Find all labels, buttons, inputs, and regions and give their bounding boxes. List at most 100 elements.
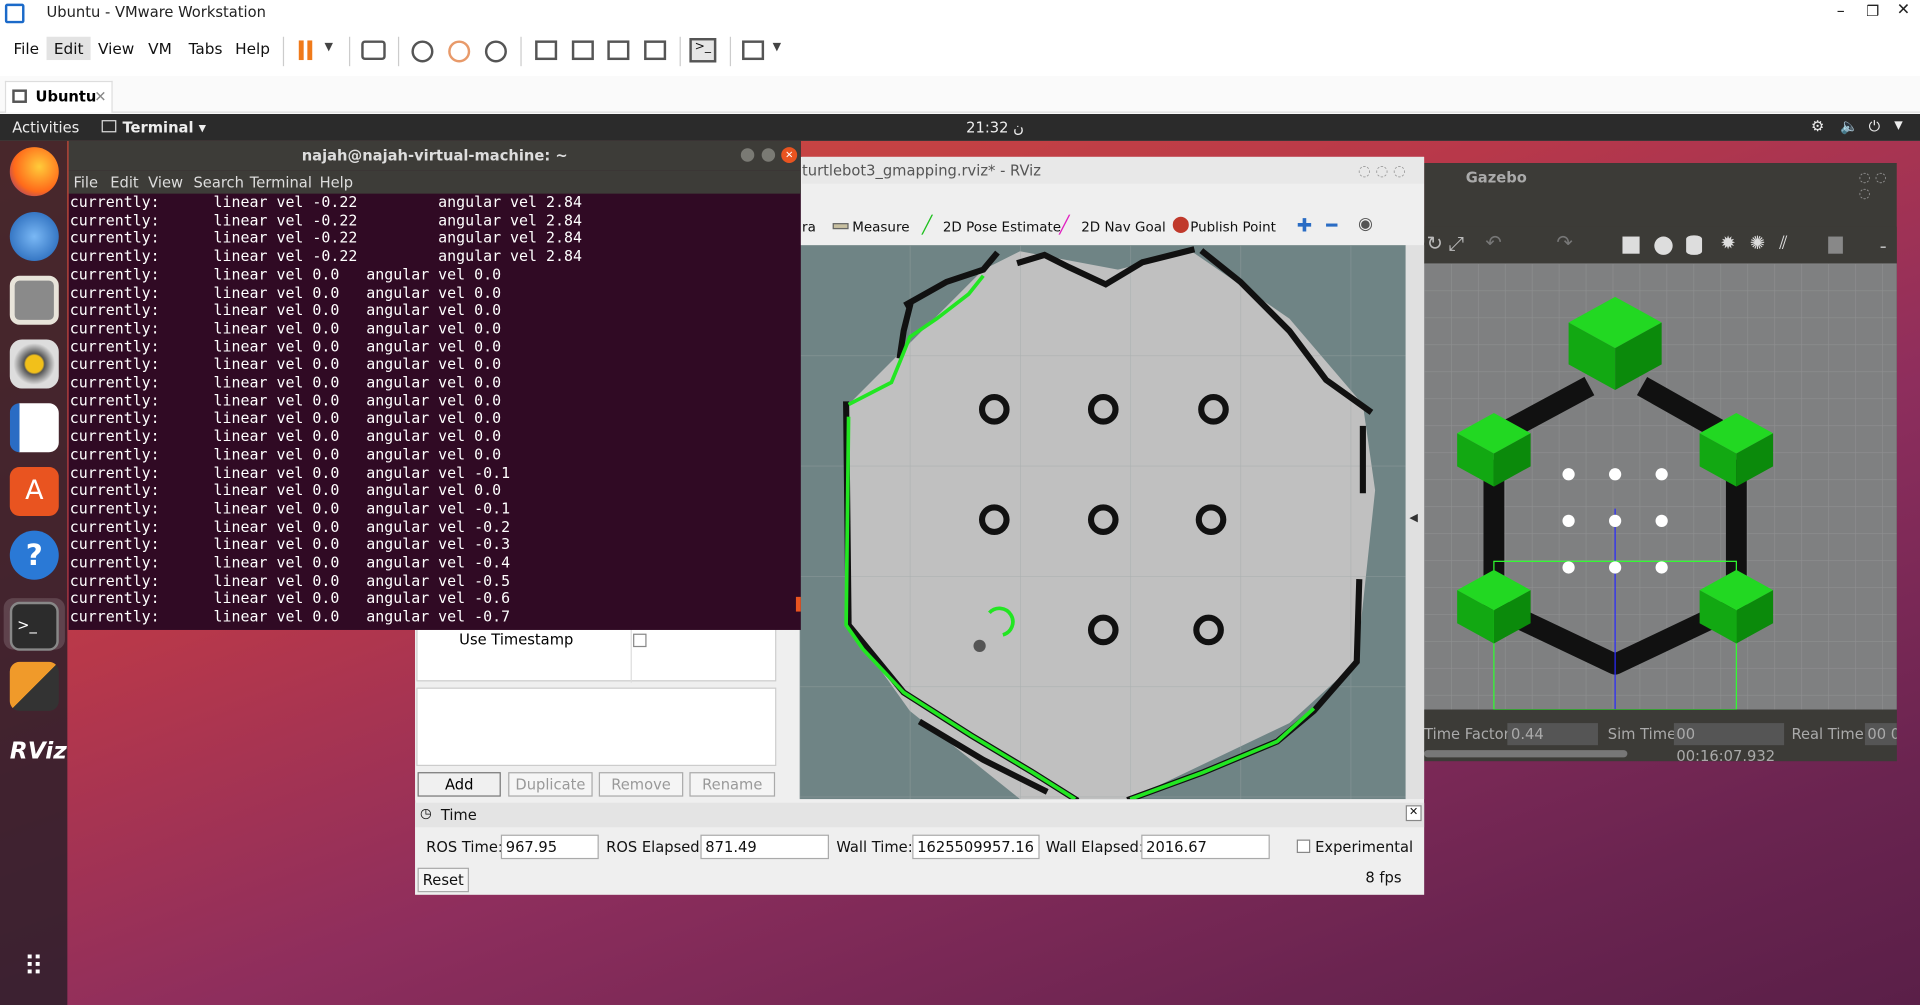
- rviz-map-view[interactable]: [799, 245, 1406, 804]
- restore-icon[interactable]: ❐: [1866, 2, 1879, 19]
- show-library-icon[interactable]: [535, 40, 558, 61]
- snapshot-manager-icon[interactable]: [484, 40, 507, 63]
- software-center-icon[interactable]: A: [9, 466, 59, 516]
- thunderbird-icon[interactable]: [9, 212, 59, 262]
- use-timestamp-checkbox[interactable]: [633, 633, 647, 648]
- menu-tabs[interactable]: Tabs: [189, 39, 223, 57]
- gazebo-cylinder[interactable]: [1608, 514, 1622, 528]
- menu-vm[interactable]: VM: [148, 39, 172, 57]
- files-icon[interactable]: [9, 275, 59, 325]
- terminal-minimize-icon[interactable]: [740, 148, 755, 162]
- experimental-checkbox[interactable]: [1296, 839, 1311, 854]
- terminal-output[interactable]: currently: linear vel -0.22 angular vel …: [69, 194, 801, 630]
- terminal-menu-edit[interactable]: Edit: [110, 174, 138, 191]
- more-tools-icon[interactable]: -: [1880, 234, 1887, 257]
- volume-icon[interactable]: 🔈: [1840, 118, 1858, 135]
- terminal-scrollbar[interactable]: [795, 596, 801, 612]
- gazebo-icon[interactable]: [9, 661, 59, 711]
- occupancy-grid-map[interactable]: [799, 245, 1406, 804]
- wall-time-field[interactable]: 1625509957.16: [912, 834, 1040, 860]
- tab-ubuntu[interactable]: Ubuntu ✕: [4, 80, 113, 113]
- rviz-window-controls-icon[interactable]: ◌ ◌ ◌: [1358, 157, 1406, 184]
- add-button[interactable]: Add: [417, 772, 501, 797]
- rotate-mode-icon[interactable]: ↻: [1427, 232, 1443, 255]
- full-screen-icon[interactable]: [607, 40, 630, 61]
- map-side-handle[interactable]: ◀: [1405, 245, 1425, 800]
- sphere-shape-icon[interactable]: [1654, 236, 1673, 255]
- show-applications-icon[interactable]: ⠿: [10, 944, 59, 993]
- tool-publish-point[interactable]: Publish Point: [1190, 219, 1276, 235]
- menu-file[interactable]: File: [13, 39, 39, 57]
- add-tool-icon[interactable]: ✚: [1297, 214, 1312, 236]
- gazebo-cylinder[interactable]: [1655, 514, 1668, 528]
- minimize-icon[interactable]: –: [1837, 2, 1845, 20]
- firefox-icon[interactable]: [9, 147, 59, 197]
- terminal-menu-view[interactable]: View: [148, 174, 183, 191]
- terminal-menu-help[interactable]: Help: [320, 174, 354, 191]
- undo-icon[interactable]: ↶: [1485, 230, 1501, 253]
- box-shape-icon[interactable]: [1622, 236, 1640, 254]
- unity-icon[interactable]: [644, 40, 667, 61]
- spot-light-icon[interactable]: ✺: [1750, 232, 1765, 254]
- gazebo-cylinder[interactable]: [1655, 468, 1668, 481]
- terminal-menu-search[interactable]: Search: [193, 174, 243, 191]
- pause-icon[interactable]: [294, 37, 321, 64]
- gazebo-scrollbar[interactable]: [1424, 750, 1628, 758]
- thumbnail-bar-icon[interactable]: [571, 40, 594, 61]
- rename-button[interactable]: Rename: [689, 772, 776, 797]
- app-menu[interactable]: Terminal ▾: [122, 119, 206, 136]
- gazebo-cylinder[interactable]: [1562, 514, 1575, 528]
- scale-mode-icon[interactable]: ⤢: [1449, 232, 1465, 257]
- reset-button[interactable]: Reset: [417, 867, 469, 893]
- time-panel-close-icon[interactable]: ✕: [1405, 805, 1422, 822]
- menu-help[interactable]: Help: [235, 39, 270, 57]
- power-icon[interactable]: ⏻: [1869, 118, 1881, 136]
- terminal-menu-file[interactable]: File: [73, 174, 98, 191]
- view-options-icon[interactable]: ◉: [1358, 214, 1373, 234]
- point-light-icon[interactable]: ✹: [1720, 232, 1735, 254]
- send-keys-icon[interactable]: [361, 40, 386, 61]
- gazebo-scene[interactable]: [1424, 263, 1897, 710]
- console-view-icon[interactable]: >_: [689, 37, 717, 63]
- directional-light-icon[interactable]: ⫽: [1779, 232, 1787, 254]
- libreoffice-writer-icon[interactable]: [9, 403, 59, 453]
- menu-edit[interactable]: Edit: [46, 36, 91, 61]
- redo-icon[interactable]: ↷: [1556, 230, 1572, 253]
- close-icon[interactable]: ✕: [1897, 1, 1910, 19]
- tool-2d-pose-estimate[interactable]: 2D Pose Estimate: [943, 219, 1061, 235]
- wall-elapsed-field[interactable]: 2016.67: [1141, 834, 1270, 860]
- menu-view[interactable]: View: [98, 39, 134, 57]
- tool-measure[interactable]: Measure: [852, 219, 909, 235]
- stretch-icon[interactable]: [742, 40, 765, 61]
- cylinder-shape-icon[interactable]: [1686, 235, 1703, 255]
- duplicate-button[interactable]: Duplicate: [508, 772, 593, 797]
- terminal-menu-terminal[interactable]: Terminal: [250, 174, 312, 191]
- activities-button[interactable]: Activities: [12, 119, 79, 136]
- terminal-icon[interactable]: >_: [9, 601, 59, 651]
- ros-elapsed-field[interactable]: 871.49: [700, 834, 829, 860]
- snapshot-icon[interactable]: [411, 40, 434, 63]
- gazebo-cylinder[interactable]: [1562, 561, 1575, 574]
- network-icon[interactable]: ⚙: [1811, 118, 1824, 135]
- gazebo-cylinder[interactable]: [1608, 468, 1622, 481]
- copy-icon[interactable]: [1828, 236, 1843, 254]
- ros-time-field[interactable]: 967.95: [500, 834, 599, 860]
- revert-snapshot-icon[interactable]: [448, 40, 471, 63]
- system-menu-icon[interactable]: ▼: [1894, 120, 1902, 132]
- remove-tool-icon[interactable]: ━: [1326, 214, 1337, 236]
- help-icon[interactable]: ?: [9, 530, 59, 580]
- gazebo-cylinder[interactable]: [1562, 468, 1575, 481]
- rhythmbox-icon[interactable]: [9, 339, 59, 389]
- gazebo-window-controls-icon[interactable]: ◌ ◌ ◌: [1859, 169, 1897, 201]
- terminal-maximize-icon[interactable]: [761, 148, 776, 162]
- rviz-icon[interactable]: RViz: [10, 727, 67, 776]
- tool-partial[interactable]: ra: [802, 219, 816, 235]
- clock[interactable]: 21:32 ن: [966, 119, 1024, 136]
- stretch-dropdown-icon[interactable]: ▼: [773, 42, 781, 54]
- terminal-close-icon[interactable]: ✕: [781, 147, 798, 164]
- tab-close-icon[interactable]: ✕: [94, 82, 106, 111]
- gazebo-3d-view[interactable]: [1424, 263, 1897, 710]
- pause-dropdown-icon[interactable]: ▼: [324, 42, 332, 54]
- remove-button[interactable]: Remove: [598, 772, 684, 797]
- gazebo-cylinder[interactable]: [1655, 561, 1668, 574]
